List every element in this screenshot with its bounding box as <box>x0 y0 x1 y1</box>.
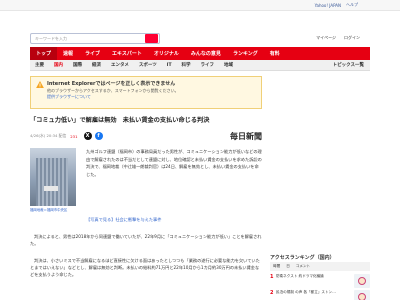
nav-expert[interactable]: エキスパート <box>106 47 148 60</box>
category-sports[interactable]: スポーツ <box>134 62 162 68</box>
utility-bar: Yahoo! JAPAN ヘルプ <box>0 0 400 11</box>
nav-opinion[interactable]: みんなの意見 <box>185 47 227 60</box>
help-link[interactable]: ヘルプ <box>346 2 358 8</box>
nav-breaking[interactable]: 速報 <box>57 47 79 60</box>
topics-list-link[interactable]: トピックス一覧 <box>333 62 370 68</box>
article-paragraph: 判決によると、男性は2018年から同連盟で働いていたが、22年9月に「コミュニケ… <box>30 233 262 246</box>
yahoo-news-article-page: Yahoo! JAPAN ヘルプ キーワードを入力 マイページ ログイン トップ… <box>0 0 400 300</box>
article-headline: 「コミュ力低い」で解雇は無効 未払い賃金の支払い命じる判決 <box>30 117 210 124</box>
article-photo[interactable]: 福岡地裁＝福岡市中央区 <box>30 148 76 213</box>
article-paragraph: 判決は、小さいミスで不当解雇になるほど直接性に欠ける面はあったとしつつも「業務の… <box>30 257 260 277</box>
publish-date: 4/26(水) 20:34 配信 <box>30 133 67 138</box>
ranking-item[interactable]: 2 民泊の規制 の声 各「都立」ストン… <box>270 290 370 300</box>
article-meta: 4/26(水) 20:34 配信 231 X f 毎日新聞 <box>30 130 262 142</box>
ranking-title: アクセスランキング（国内） <box>270 255 335 261</box>
ranking-tab-day[interactable]: 日 <box>283 264 293 269</box>
category-domestic[interactable]: 国内 <box>49 62 68 68</box>
header-links: マイページ ログイン <box>316 35 360 41</box>
site-header: キーワードを入力 マイページ ログイン <box>0 11 400 47</box>
main-nav: トップ 速報 ライブ エキスパート オリジナル みんなの意見 ランキング 有料 <box>30 47 370 60</box>
photo-caption[interactable]: 福岡地裁＝福岡市中央区 <box>30 208 76 213</box>
login-link[interactable]: ログイン <box>344 35 360 41</box>
ranking-item[interactable]: 1 防衛ネクスト 約ドラマ化議論 <box>270 274 370 288</box>
x-share-icon[interactable]: X <box>83 132 92 140</box>
supported-browsers-link[interactable]: 提供ブラウザーについて <box>47 94 255 100</box>
nav-paid[interactable]: 有料 <box>264 47 286 60</box>
article-column: Internet Explorerではページを正しく表示できません 他のブラウザ… <box>30 76 262 278</box>
related-photo-link[interactable]: 【写真で見る】社会に衝撃を与えた事件 <box>30 217 262 223</box>
nav-top[interactable]: トップ <box>30 47 58 60</box>
category-science[interactable]: 科学 <box>177 62 196 68</box>
rank-headline[interactable]: 防衛ネクスト 約ドラマ化議論 <box>276 274 354 279</box>
court-building-image[interactable] <box>30 148 76 206</box>
category-it[interactable]: IT <box>162 63 177 68</box>
article-lead: 九州ゴルフ連盟（福岡市）の事務局員だった男性が、コミュニケーション能力が低いなど… <box>86 149 262 177</box>
category-economy[interactable]: 経済 <box>87 62 106 68</box>
ranking-tab-comment[interactable]: コメント <box>293 264 313 269</box>
publisher-logo[interactable]: 毎日新聞 <box>230 131 262 142</box>
category-local[interactable]: 地域 <box>219 62 238 68</box>
ranking-tabs: 時間 日 コメント <box>270 262 370 271</box>
sidebar-ad-space <box>270 76 370 281</box>
article-body-top: 福岡地裁＝福岡市中央区 九州ゴルフ連盟（福岡市）の事務局員だった男性が、コミュニ… <box>30 148 262 213</box>
nav-original[interactable]: オリジナル <box>148 47 185 60</box>
ranking-tab-hour[interactable]: 時間 <box>270 264 283 269</box>
sidebar <box>270 76 370 281</box>
warning-title: Internet Explorerではページを正しく表示できません <box>47 81 176 87</box>
nav-live[interactable]: ライブ <box>79 47 106 60</box>
nav-ranking[interactable]: ランキング <box>227 47 264 60</box>
rank-thumbnail[interactable] <box>354 290 370 300</box>
facebook-share-icon[interactable]: f <box>94 132 103 140</box>
category-entertainment[interactable]: エンタメ <box>106 62 134 68</box>
category-nav: 主要 国内 国際 経済 エンタメ スポーツ IT 科学 ライフ 地域 トピックス… <box>30 60 370 71</box>
rank-headline[interactable]: 民泊の規制 の声 各「都立」ストン… <box>276 290 354 295</box>
category-main[interactable]: 主要 <box>30 62 49 68</box>
rank-thumbnail[interactable] <box>354 274 370 288</box>
search-box[interactable]: キーワードを入力 <box>30 33 160 44</box>
search-button[interactable] <box>145 34 158 43</box>
browser-warning: Internet Explorerではページを正しく表示できません 他のブラウザ… <box>30 76 262 109</box>
search-input[interactable]: キーワードを入力 <box>31 36 145 42</box>
category-international[interactable]: 国際 <box>68 62 87 68</box>
yahoo-japan-link[interactable]: Yahoo! JAPAN <box>315 3 341 8</box>
warning-icon <box>36 81 44 88</box>
category-life[interactable]: ライフ <box>196 62 220 68</box>
comment-count[interactable]: 231 <box>70 134 77 139</box>
mypage-link[interactable]: マイページ <box>316 35 336 41</box>
